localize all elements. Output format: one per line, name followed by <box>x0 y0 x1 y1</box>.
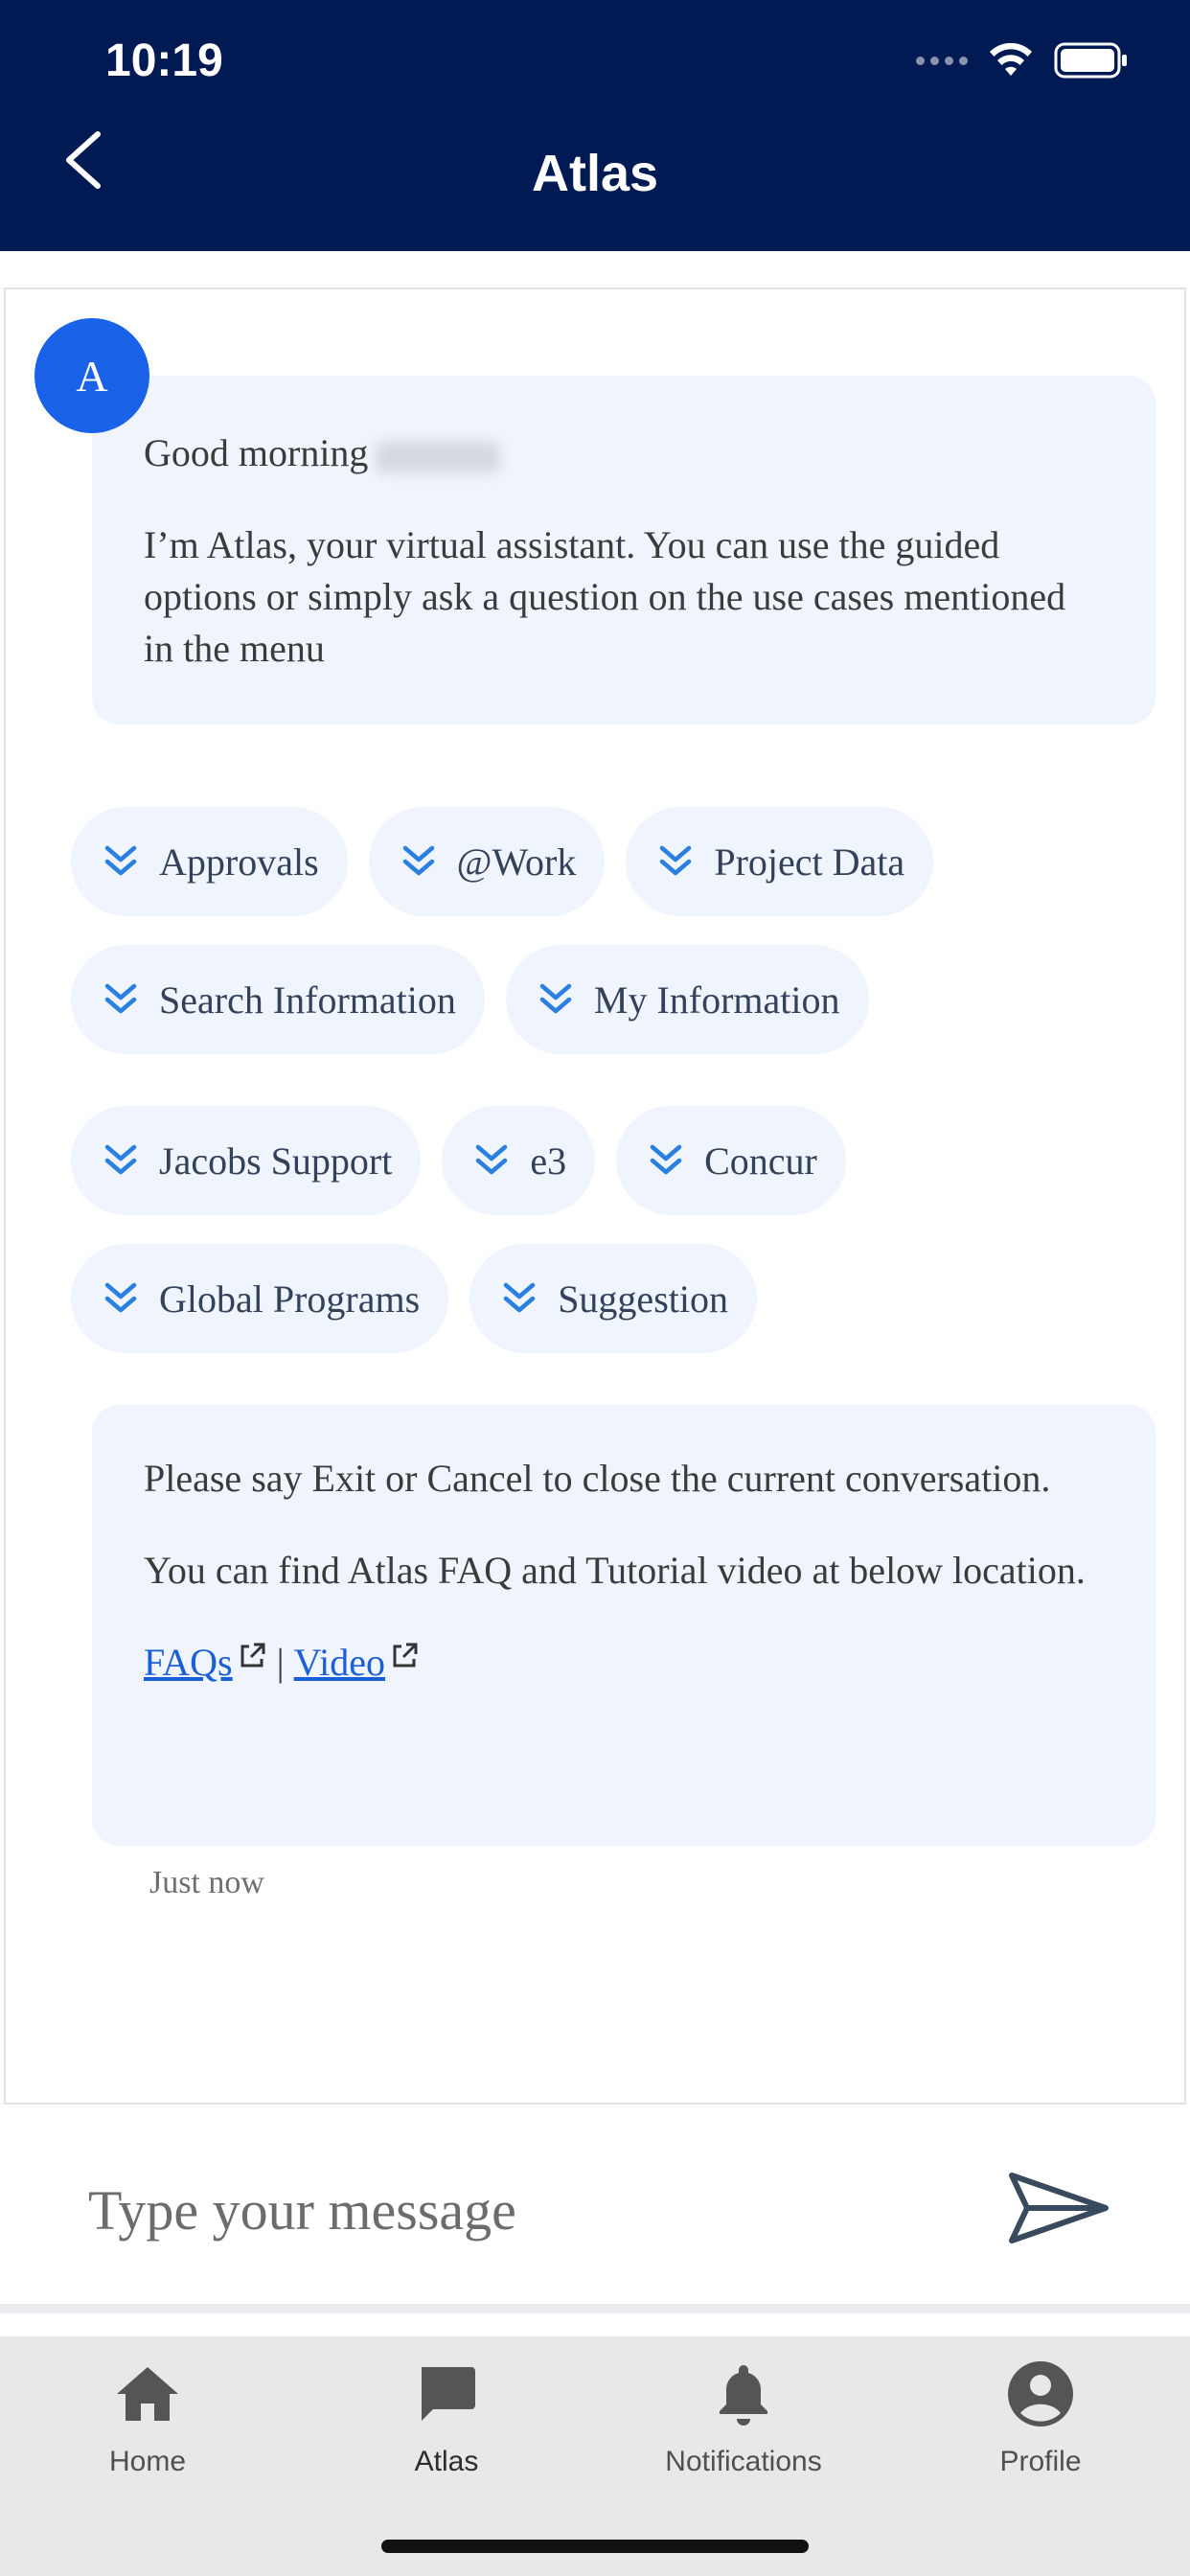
home-indicator <box>381 2540 809 2553</box>
link-separator: | <box>276 1641 285 1684</box>
double-chevron-down-icon <box>476 1144 508 1175</box>
tab-label: Profile <box>999 2446 1082 2477</box>
greeting-line: Good morning <box>144 427 1104 479</box>
bot-avatar: A <box>34 318 149 433</box>
faq-text: You can find Atlas FAQ and Tutorial vide… <box>144 1549 1086 1592</box>
chip-my-information[interactable]: My Information <box>505 945 869 1054</box>
battery-icon <box>1054 42 1127 79</box>
status-time: 10:19 <box>105 35 223 86</box>
message-composer <box>0 2108 1190 2310</box>
double-chevron-down-icon <box>104 1282 137 1313</box>
double-chevron-down-icon <box>104 845 137 876</box>
wifi-icon <box>990 43 1032 76</box>
chat-icon <box>422 2367 475 2421</box>
tab-atlas[interactable]: Atlas <box>332 2359 561 2478</box>
app-header: 10:19 Atlas <box>0 0 1190 251</box>
cellular-signal-icon <box>916 56 968 65</box>
external-link-icon <box>240 1643 265 1668</box>
chip-project-data[interactable]: Project Data <box>626 807 934 916</box>
message-input[interactable] <box>88 2172 931 2248</box>
double-chevron-down-icon <box>650 1144 682 1175</box>
help-links: FAQs | Video <box>144 1637 1104 1689</box>
double-chevron-down-icon <box>402 845 434 876</box>
tab-profile[interactable]: Profile <box>926 2359 1156 2478</box>
greeting-bubble: Good morning I’m Atlas, your virtual ass… <box>92 376 1156 724</box>
chip-row: Global Programs Suggestion <box>71 1244 757 1353</box>
tab-label: Notifications <box>665 2446 822 2477</box>
tab-notifications[interactable]: Notifications <box>629 2359 858 2478</box>
chip-jacobs-support[interactable]: Jacobs Support <box>71 1106 422 1215</box>
status-icons <box>916 42 1129 79</box>
double-chevron-down-icon <box>503 1282 536 1313</box>
home-icon <box>117 2367 178 2421</box>
double-chevron-down-icon <box>104 1144 137 1175</box>
chip-search-information[interactable]: Search Information <box>71 945 485 1054</box>
chip-e3[interactable]: e3 <box>442 1106 596 1215</box>
double-chevron-down-icon <box>660 845 692 876</box>
tab-label: Home <box>108 2446 187 2477</box>
send-icon[interactable] <box>1006 2170 1111 2246</box>
redacted-name <box>376 440 501 473</box>
page-title: Atlas <box>531 145 659 202</box>
chip-row: Approvals @Work Project Data <box>71 807 934 916</box>
double-chevron-down-icon <box>104 983 137 1014</box>
chip-approvals[interactable]: Approvals <box>71 807 348 916</box>
external-link-icon <box>393 1643 418 1668</box>
info-bubble: Please say Exit or Cancel to close the c… <box>92 1405 1156 1846</box>
chip-work[interactable]: @Work <box>368 807 606 916</box>
tab-label: Atlas <box>414 2446 479 2477</box>
greeting-intro: I’m Atlas, your virtual assistant. You c… <box>144 523 1066 670</box>
exit-instructions: Please say Exit or Cancel to close the c… <box>144 1457 1051 1500</box>
message-timestamp: Just now <box>149 1865 264 1900</box>
tab-home[interactable]: Home <box>33 2359 263 2478</box>
profile-icon <box>1008 2361 1073 2426</box>
chip-global-programs[interactable]: Global Programs <box>71 1244 449 1353</box>
video-link[interactable]: Video <box>294 1641 385 1684</box>
bell-icon <box>720 2365 767 2426</box>
faqs-link[interactable]: FAQs <box>144 1641 233 1684</box>
composer-divider <box>0 2304 1190 2313</box>
chip-row: Search Information My Information <box>71 945 869 1054</box>
chip-row: Jacobs Support e3 Concur <box>71 1106 846 1215</box>
chip-concur[interactable]: Concur <box>616 1106 846 1215</box>
double-chevron-down-icon <box>539 983 572 1014</box>
chip-suggestion[interactable]: Suggestion <box>469 1244 757 1353</box>
